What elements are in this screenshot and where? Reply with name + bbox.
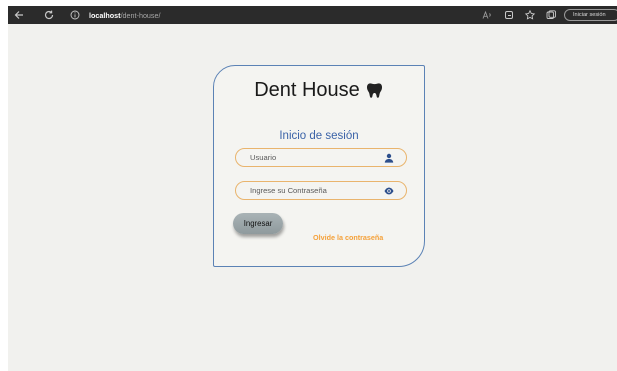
reload-icon[interactable] [42,8,56,22]
brand-name: Dent House [254,79,360,101]
favorites-star-icon[interactable] [523,8,537,22]
browser-signin-button[interactable]: Iniciar sesión [564,9,617,21]
brand-header: Dent House [214,79,424,102]
password-input[interactable] [250,184,378,197]
address-bar[interactable]: localhost/dent-house/ [68,8,458,22]
site-info-icon[interactable] [70,10,80,20]
username-field[interactable] [235,148,407,167]
collections-icon[interactable] [544,8,558,22]
tooth-icon [366,83,382,98]
login-submit-button[interactable]: Ingresar [233,213,283,234]
read-aloud-icon[interactable] [480,8,494,22]
url-host: localhost [89,10,121,20]
url-path: /dent-house/ [120,10,161,20]
password-field[interactable] [235,181,407,200]
browser-viewport: localhost/dent-house/ Iniciar sesión Den… [8,6,617,371]
login-card: Dent House Inicio de sesión Ingresar Olv… [213,65,425,267]
username-input[interactable] [250,151,378,164]
login-title: Inicio de sesión [279,130,359,142]
forgot-password-link[interactable]: Olvide la contraseña [313,233,383,242]
browser-toolbar: localhost/dent-house/ Iniciar sesión [8,6,617,24]
eye-icon[interactable] [384,186,394,196]
user-icon [384,153,394,163]
tab-app-icon[interactable] [502,8,516,22]
back-arrow-icon[interactable] [12,8,26,22]
